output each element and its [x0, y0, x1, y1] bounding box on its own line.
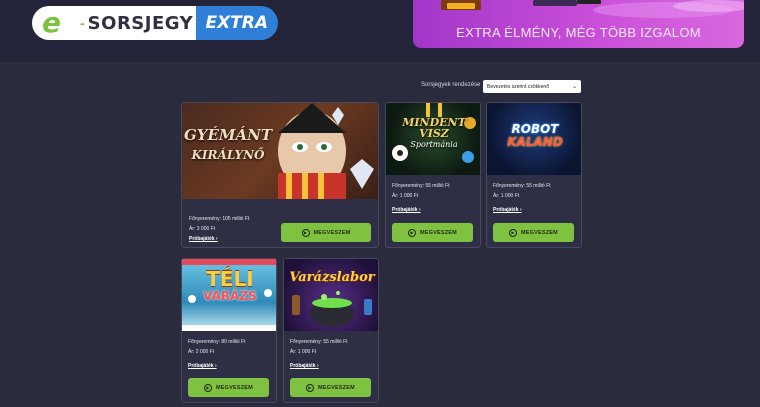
- game-image-gyemant-kiralyno[interactable]: GYÉMÁNT KIRÁLYNŐ: [182, 103, 378, 199]
- game-title-line1: Varázslabor: [289, 270, 375, 285]
- buy-button[interactable]: ▶ MEGVESZEM: [493, 223, 574, 242]
- game-card-robot-kaland[interactable]: ROBOT KALAND Főnyeremény: 55 millió Ft Á…: [486, 102, 582, 248]
- game-info: Főnyeremény: 105 millió Ft Ár: 3 000 Ft …: [189, 214, 249, 244]
- trial-link[interactable]: Próbajáték ›: [189, 234, 249, 244]
- buy-button[interactable]: ▶ MEGVESZEM: [290, 378, 371, 397]
- game-title-line2: VISZ: [419, 127, 449, 140]
- game-card-gyemant-kiralyno[interactable]: GYÉMÁNT KIRÁLYNŐ Főnyeremény: 105 millió…: [181, 102, 379, 248]
- game-image-teli-varazs[interactable]: TÉLI VARÁZS: [182, 259, 276, 331]
- logo-left: e - SORSJEGY: [32, 6, 196, 40]
- sort-selected-value: Bevezetés szerint csökkenő: [487, 83, 549, 90]
- buy-button[interactable]: ▶ MEGVESZEM: [188, 378, 269, 397]
- buy-button[interactable]: ▶ MEGVESZEM: [281, 223, 371, 242]
- sort-select[interactable]: Bevezetés szerint csökkenő ⌄: [483, 80, 581, 93]
- game-title-robot: ROBOT KALAND: [487, 123, 581, 149]
- price-text: Ár: 2 000 Ft: [188, 349, 215, 355]
- price-text: Ár: 1 000 Ft: [392, 193, 419, 199]
- price-text: Ár: 3 000 Ft: [189, 226, 216, 232]
- game-info: Főnyeremény: 55 millió Ft Ár: 1 000 Ft P…: [493, 181, 551, 215]
- play-circle-icon: ▶: [301, 228, 310, 237]
- play-circle-icon: ▶: [306, 383, 315, 392]
- trial-link[interactable]: Próbajáték ›: [188, 361, 246, 371]
- site-logo[interactable]: e - SORSJEGY EXTRA: [32, 6, 278, 40]
- logo-extra: EXTRA: [195, 6, 278, 40]
- price-text: Ár: 1 000 Ft: [290, 349, 317, 355]
- buy-label: MEGVESZEM: [216, 384, 253, 391]
- jackpot-text: Főnyeremény: 105 millió Ft: [189, 216, 250, 222]
- logo-e-icon: e: [42, 6, 61, 39]
- game-info: Főnyeremény: 80 millió Ft Ár: 2 000 Ft P…: [188, 337, 246, 371]
- play-circle-icon: ▶: [509, 228, 518, 237]
- trial-link[interactable]: Próbajáték ›: [493, 205, 551, 215]
- buy-label: MEGVESZEM: [318, 384, 355, 391]
- play-circle-icon: ▶: [204, 383, 213, 392]
- game-title-line3: Sportmánia: [410, 140, 458, 149]
- game-title-varazslabor: Varázslabor: [284, 270, 378, 285]
- promo-banner[interactable]: EXTRA ÉLMÉNY, MÉG TÖBB IZGALOM: [413, 0, 744, 48]
- game-info: Főnyeremény: 55 millió Ft Ár: 1 000 Ft P…: [392, 181, 450, 215]
- game-image-robot-kaland[interactable]: ROBOT KALAND: [487, 103, 581, 175]
- game-image-mindent-visz[interactable]: MINDENT VISZ Sportmánia: [386, 103, 480, 175]
- game-card-teli-varazs[interactable]: TÉLI VARÁZS Főnyeremény: 80 millió Ft Ár…: [181, 258, 277, 403]
- game-info: Főnyeremény: 55 millió Ft Ár: 1 000 Ft P…: [290, 337, 348, 371]
- banner-text: EXTRA ÉLMÉNY, MÉG TÖBB IZGALOM: [456, 25, 701, 40]
- banner-decoration: [441, 0, 744, 18]
- game-title-line2: VARÁZS: [203, 289, 257, 303]
- game-image-varazslabor[interactable]: Varázslabor: [284, 259, 378, 331]
- logo-brand: SORSJEGY: [87, 12, 194, 34]
- trial-link[interactable]: Próbajáték ›: [290, 361, 348, 371]
- buy-label: MEGVESZEM: [521, 229, 558, 236]
- game-title-mindent: MINDENT VISZ Sportmánia: [386, 117, 480, 150]
- play-circle-icon: ▶: [408, 228, 417, 237]
- jackpot-text: Főnyeremény: 55 millió Ft: [493, 183, 551, 189]
- trial-link[interactable]: Próbajáték ›: [392, 205, 450, 215]
- game-title-gyemant: GYÉMÁNT KIRÁLYNŐ: [182, 125, 274, 165]
- game-title-line1: TÉLI: [206, 267, 254, 291]
- buy-label: MEGVESZEM: [420, 229, 457, 236]
- jackpot-text: Főnyeremény: 55 millió Ft: [392, 183, 450, 189]
- game-title-line1: GYÉMÁNT: [183, 126, 273, 144]
- price-text: Ár: 1 000 Ft: [493, 193, 520, 199]
- buy-label: MEGVESZEM: [313, 229, 351, 236]
- chevron-down-icon: ⌄: [571, 84, 577, 90]
- logo-dash: -: [80, 15, 85, 31]
- game-card-mindent-visz[interactable]: MINDENT VISZ Sportmánia Főnyeremény: 55 …: [385, 102, 481, 248]
- site-header: e - SORSJEGY EXTRA EXTRA ÉLMÉNY, MÉG TÖB…: [0, 0, 760, 62]
- sort-label: Sorsjegyek rendezése: [421, 82, 481, 88]
- game-title-line2: KALAND: [507, 135, 563, 149]
- jackpot-text: Főnyeremény: 55 millió Ft: [290, 339, 348, 345]
- game-title-line2: KIRÁLYNŐ: [191, 148, 265, 162]
- buy-button[interactable]: ▶ MEGVESZEM: [392, 223, 473, 242]
- game-card-varazslabor[interactable]: Varázslabor Főnyeremény: 55 millió Ft Ár…: [283, 258, 379, 403]
- game-title-teli: TÉLI VARÁZS: [182, 267, 276, 303]
- jackpot-text: Főnyeremény: 80 millió Ft: [188, 339, 246, 345]
